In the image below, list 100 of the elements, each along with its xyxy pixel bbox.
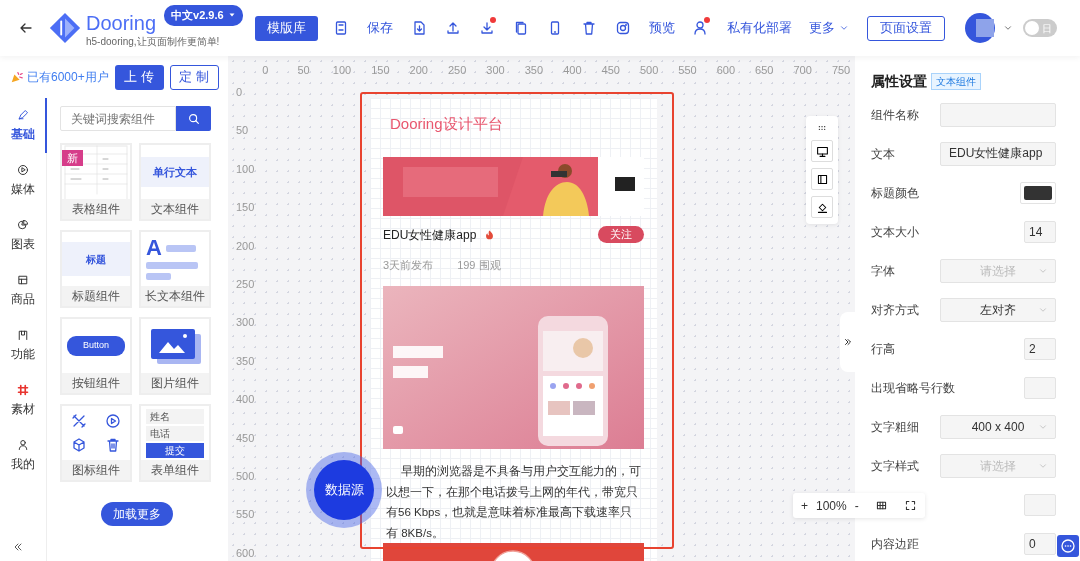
view-count: 199 围观 (457, 257, 501, 273)
component-card[interactable]: Button 按钮组件 (60, 317, 132, 395)
flame-icon (484, 229, 496, 240)
category-tab[interactable]: 商品 (0, 263, 47, 318)
search-button[interactable] (176, 106, 211, 131)
version-dropdown[interactable]: 中文v2.9.6 (164, 5, 243, 26)
page-settings-button[interactable]: 页面设置 (866, 15, 945, 41)
grid-icon[interactable] (874, 499, 888, 512)
component-card[interactable]: A 长文本组件 (139, 230, 211, 308)
letter-sample: A (146, 238, 162, 258)
ruler-label: 100 (236, 161, 255, 177)
ruler-label: 0 (236, 85, 244, 100)
text-sample: 单行文本 (153, 164, 197, 180)
toolbar-link[interactable]: 保存 (366, 18, 393, 38)
field-label: 对齐方式 (871, 301, 919, 319)
avatar-icon[interactable] (964, 13, 995, 43)
chat-button[interactable] (1057, 535, 1079, 557)
toolbar-button[interactable] (811, 140, 833, 162)
user-count-text: 已有6000+用户 (27, 69, 109, 86)
select-field[interactable]: 400 x 400 (940, 414, 1056, 439)
component-card[interactable]: 图片组件 (139, 317, 211, 395)
field-label: 出现省略号行数 (871, 379, 955, 397)
toolbar-button[interactable] (811, 168, 833, 190)
submit-sample: 提交 (146, 442, 204, 458)
template-library-button[interactable]: 模版库 (254, 15, 318, 41)
component-card[interactable]: 图标组件 (60, 404, 132, 482)
toolbar-button[interactable] (811, 196, 833, 218)
ruler-label: 500 (638, 63, 660, 78)
tools-icon (71, 413, 87, 429)
component-card[interactable]: 姓名 电话 提交 表单组件 (139, 404, 211, 482)
camera-icon[interactable] (614, 20, 631, 36)
upload-button[interactable]: 上 传 (114, 64, 164, 90)
number-field[interactable]: 2 (1024, 337, 1056, 360)
component-tag: 文本组件 (931, 73, 981, 90)
ruler-label: 550 (236, 507, 255, 523)
ruler-label: 150 (236, 200, 255, 216)
ruler-label: 200 (236, 238, 255, 254)
number-field[interactable] (1024, 493, 1056, 516)
ruler-label: 350 (523, 63, 545, 78)
ruler-label: 400 (562, 63, 583, 78)
search-field[interactable]: 关键词搜索组件 (60, 106, 176, 131)
more-menu[interactable]: 更多 (808, 18, 849, 38)
customize-button[interactable]: 定 制 (169, 64, 219, 90)
chevron-down-icon (838, 23, 849, 33)
zoom-in-button[interactable]: + (801, 496, 808, 515)
ruler-label: 700 (792, 63, 813, 78)
collapse-icon[interactable] (12, 541, 24, 553)
panel-title: 属性设置 (871, 72, 927, 91)
ruler-label: 0 (261, 63, 270, 78)
field-label: 组件名称 (871, 106, 919, 124)
chat-icon (1060, 538, 1076, 554)
slogan-text: h5-dooring,让页面制作更简单! (86, 35, 221, 49)
ruler-label: 50 (236, 123, 250, 139)
ruler-label: 250 (236, 276, 255, 292)
category-tab[interactable]: 图表 (0, 208, 47, 263)
collapse-handle[interactable] (840, 312, 855, 372)
component-card[interactable]: 新 表格组件 (60, 143, 132, 221)
ruler-label: 450 (600, 63, 621, 78)
category-tab[interactable]: 我的 (0, 428, 47, 483)
ruler-label: 600 (715, 63, 737, 78)
layout-icon (815, 172, 829, 186)
zoom-out-button[interactable]: - (854, 496, 859, 515)
number-field[interactable]: 0 (1024, 532, 1056, 555)
download-icon[interactable] (478, 20, 495, 36)
number-field[interactable] (1024, 376, 1056, 399)
double-chevron-icon (842, 336, 853, 348)
component-card[interactable]: 标题 标题组件 (60, 230, 132, 308)
data-source-button[interactable]: 数据源 (314, 460, 374, 520)
text-field[interactable]: EDU女性健康app (940, 141, 1056, 166)
article-paragraph: 早期的浏览器是不具备与用户交互能力的，可以想一下，在那个电话拨号上网的年代，带宽只有56 Kbps，也就是意味着标准最高下载速率只有 8KB/s。 (385, 464, 642, 541)
field-label: 行高 (871, 340, 895, 358)
ruler-label: 600 (236, 545, 255, 561)
user-icon (16, 438, 29, 451)
logo-icon (48, 11, 82, 45)
ruler-label: 100 (331, 63, 353, 78)
component-card[interactable]: 单行文本 文本组件 (139, 143, 211, 221)
table-thumbnail-drawing (63, 145, 129, 199)
category-tab[interactable]: 素材 (0, 373, 47, 428)
field-label: 文字样式 (871, 457, 919, 475)
category-tab[interactable]: 媒体 (0, 153, 47, 208)
heading-sample: 标题 (86, 252, 106, 267)
select-field[interactable]: 左对齐 (940, 297, 1056, 322)
follow-button[interactable]: 关注 (598, 226, 644, 243)
upload-icon[interactable] (444, 20, 461, 36)
number-field[interactable]: 14 (1024, 220, 1056, 243)
user-icon[interactable] (692, 20, 709, 36)
text-field[interactable] (940, 102, 1056, 127)
field-label: 内容边距 (871, 535, 919, 553)
category-tab[interactable]: 功能 (0, 318, 47, 373)
page-title: Dooring设计平台 (390, 114, 504, 134)
ruler-label: 200 (408, 63, 429, 78)
category-tab[interactable]: 基础 (0, 98, 47, 153)
ruler-label: 550 (677, 63, 698, 78)
load-more-button[interactable]: 加载更多 (101, 502, 173, 526)
toolbar-link[interactable]: 预览 (648, 18, 675, 38)
fullscreen-icon[interactable] (903, 499, 917, 512)
ruler-label: 50 (296, 63, 311, 78)
chevron-down-icon[interactable] (1002, 23, 1013, 33)
toolbar-link[interactable]: 私有化部署 (726, 18, 792, 38)
search-icon (186, 111, 201, 126)
